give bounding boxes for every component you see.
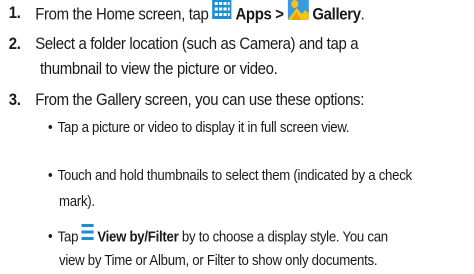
bullet-item-2: • Touch and hold thumbnails to select the… bbox=[48, 167, 412, 184]
step-2-line2: thumbnail to view the picture or video. bbox=[40, 59, 278, 78]
bullet-1-text: Tap a picture or video to display it in … bbox=[57, 119, 350, 136]
bullet-3-line2: view by Time or Album, or Filter to show… bbox=[59, 252, 378, 269]
bullet-2-line2: mark). bbox=[59, 193, 95, 210]
bullet-item-3: • Tap View by/Filter by to choose a displ… bbox=[48, 222, 388, 251]
step-number: 2. bbox=[8, 34, 21, 53]
step-1-prefix: From the Home screen, tap bbox=[35, 4, 209, 24]
step-3-line1: From the Gallery screen, you can use the… bbox=[35, 90, 365, 109]
bullet-item-1: • Tap a picture or video to display it in… bbox=[48, 119, 350, 136]
view-by-filter-label: View by/Filter bbox=[97, 228, 179, 246]
apps-grid-icon bbox=[212, 0, 232, 27]
apps-label: Apps > bbox=[235, 4, 284, 24]
instructions-document: 1. From the Home screen, tap Apps > Gall… bbox=[0, 0, 474, 274]
step-number: 3. bbox=[8, 90, 21, 109]
view-menu-icon bbox=[81, 222, 94, 249]
step-2-line1: Select a folder location (such as Camera… bbox=[35, 34, 359, 53]
gallery-icon bbox=[287, 0, 309, 28]
step-number: 1. bbox=[8, 3, 21, 22]
bullet-2-line1: Touch and hold thumbnails to select them… bbox=[57, 167, 412, 184]
gallery-label: Gallery bbox=[312, 4, 361, 24]
